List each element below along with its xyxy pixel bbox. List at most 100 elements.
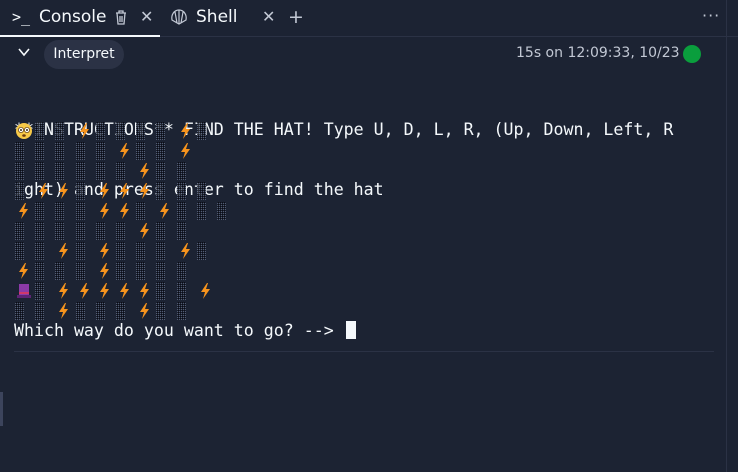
tab-shell[interactable]: Shell ✕ — [160, 0, 280, 35]
field-tile — [196, 202, 206, 220]
lightning-icon — [180, 143, 190, 159]
field-tile — [176, 222, 186, 240]
lightning-icon — [120, 143, 129, 159]
field-tile — [176, 262, 186, 280]
tab-console-label: Console — [39, 7, 107, 27]
lightning-icon — [99, 283, 109, 299]
lightning-icon — [200, 283, 210, 299]
field-tile — [156, 142, 166, 160]
field-tile — [116, 242, 125, 260]
field-tile — [116, 222, 125, 240]
field-tile — [176, 202, 186, 220]
field-tile — [196, 242, 206, 260]
player-face-icon — [16, 123, 32, 139]
status-indicator — [683, 45, 701, 63]
field-tile — [35, 242, 45, 260]
lightning-icon — [59, 243, 69, 259]
field-tile — [116, 262, 125, 280]
field-tile — [136, 262, 146, 280]
field-tile — [15, 142, 24, 160]
field-tile — [156, 262, 166, 280]
field-tile — [15, 182, 24, 200]
field-tile — [75, 262, 85, 280]
lightning-icon — [59, 183, 69, 199]
field-tile — [156, 302, 166, 320]
lightning-icon — [180, 243, 190, 259]
field-tile — [136, 242, 146, 260]
trash-icon[interactable] — [114, 9, 128, 25]
field-tile — [156, 242, 166, 260]
lightning-icon — [99, 243, 109, 259]
lightning-icon — [59, 303, 69, 319]
add-tab-icon[interactable]: + — [288, 6, 304, 28]
field-tile — [116, 122, 125, 140]
field-tile — [95, 162, 105, 180]
lightning-icon — [19, 203, 28, 219]
field-tile — [75, 202, 85, 220]
lightning-icon — [120, 203, 129, 219]
shell-icon — [171, 9, 187, 25]
field-tile — [136, 202, 146, 220]
tab-shell-label: Shell — [196, 7, 238, 27]
console-prompt-icon: >_ — [12, 8, 31, 26]
lightning-icon — [180, 123, 190, 139]
field-tile — [55, 222, 65, 240]
field-tile — [55, 142, 65, 160]
field-tile — [95, 142, 105, 160]
field-tile — [35, 142, 45, 160]
field-tile — [75, 222, 85, 240]
field-tile — [156, 122, 166, 140]
field-tile — [136, 122, 146, 140]
field-tile — [95, 302, 105, 320]
hat-icon — [17, 284, 31, 298]
lightning-icon — [39, 183, 49, 199]
lightning-icon — [140, 303, 150, 319]
field-tile — [15, 302, 24, 320]
lightning-icon — [79, 283, 89, 299]
field-tile — [75, 242, 85, 260]
close-icon[interactable]: ✕ — [140, 7, 153, 26]
field-tile — [35, 122, 45, 140]
lightning-icon — [99, 263, 109, 279]
lightning-icon — [140, 283, 150, 299]
lightning-icon — [99, 203, 109, 219]
field-tile — [35, 262, 45, 280]
field-tile — [176, 282, 186, 300]
field-tile — [55, 122, 65, 140]
field-tile — [176, 302, 186, 320]
input-prompt[interactable]: Which way do you want to go? --> — [14, 321, 356, 341]
field-tile — [196, 182, 206, 200]
lightning-icon — [79, 123, 89, 139]
field-tile — [156, 182, 166, 200]
field-tile — [75, 302, 85, 320]
lightning-icon — [59, 283, 69, 299]
tab-console[interactable]: >_ Console ✕ — [0, 0, 160, 37]
more-options-icon[interactable]: ··· — [702, 6, 720, 25]
field-tile — [136, 142, 146, 160]
field-tile — [75, 142, 85, 160]
field-tile — [35, 282, 45, 300]
lightning-icon — [99, 183, 109, 199]
lightning-icon — [120, 183, 129, 199]
field-tile — [55, 202, 65, 220]
field-tile — [196, 122, 206, 140]
field-tile — [75, 182, 85, 200]
field-tile — [217, 202, 226, 220]
close-icon[interactable]: ✕ — [262, 7, 275, 26]
scrollbar-handle[interactable] — [0, 392, 3, 426]
field-tile — [15, 222, 24, 240]
lightning-icon — [140, 183, 150, 199]
field-tile — [35, 302, 45, 320]
text-cursor — [345, 321, 356, 339]
field-tile — [95, 122, 105, 140]
field-tile — [156, 282, 166, 300]
field-tile — [116, 302, 125, 320]
field-tile — [55, 262, 65, 280]
lightning-icon — [140, 223, 150, 239]
field-tile — [15, 162, 24, 180]
lightning-icon — [160, 203, 170, 219]
prompt-text: Which way do you want to go? --> — [14, 321, 334, 340]
interpret-button[interactable]: Interpret — [44, 40, 124, 69]
chevron-down-icon[interactable] — [17, 45, 31, 59]
field-tile — [95, 222, 105, 240]
